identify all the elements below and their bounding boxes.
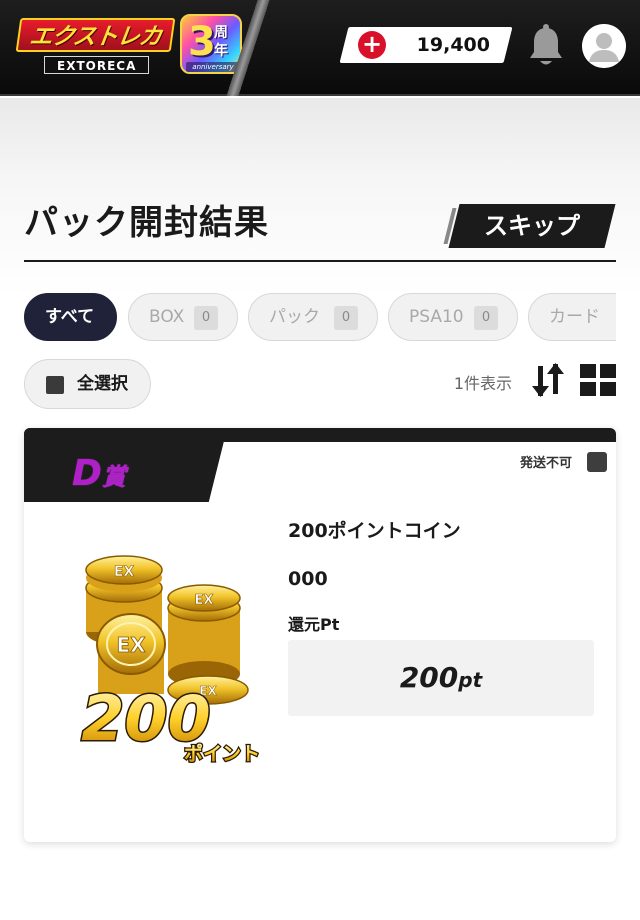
- select-all-button[interactable]: 全選択: [24, 359, 151, 409]
- refund-value: 200pt: [288, 640, 594, 716]
- item-name: 200ポイントコイン: [288, 520, 461, 542]
- hero-background: [0, 98, 640, 298]
- filter-chip-label: BOX: [149, 307, 185, 327]
- grid-view-icon[interactable]: [580, 364, 616, 396]
- filter-chip-pack[interactable]: パック 0: [248, 293, 378, 341]
- logo-subtitle: EXTORECA: [44, 56, 150, 74]
- filter-chip-label: PSA10: [409, 307, 464, 327]
- refund-label: 還元Pt: [288, 615, 340, 634]
- filter-chip-count: 0: [194, 306, 218, 330]
- item-code: 000: [288, 568, 328, 590]
- ship-checkbox[interactable]: [587, 452, 607, 472]
- coin-text: EX: [195, 593, 214, 608]
- coin-caption-text: ポイント: [184, 742, 260, 765]
- refund-unit: pt: [458, 668, 483, 692]
- filter-chip-label: すべて: [45, 307, 95, 327]
- sort-icon[interactable]: [528, 362, 568, 398]
- filter-tabs: すべて BOX 0 パック 0 PSA10 0 カード: [24, 293, 616, 341]
- refund-box: 200pt: [288, 640, 594, 716]
- anniversary-number: 3: [188, 19, 216, 65]
- avatar[interactable]: [582, 24, 626, 68]
- ship-unavailable-label: 発送不可: [520, 456, 573, 471]
- select-all-checkbox[interactable]: [46, 376, 64, 394]
- user-icon: [582, 24, 626, 68]
- bell-icon[interactable]: [526, 24, 566, 68]
- filter-chip-all[interactable]: すべて: [24, 293, 117, 341]
- prize-rank: D賞: [72, 450, 126, 498]
- result-card[interactable]: D賞 発送不可 EX EX EX EX 200 ポイント 200ポイントコイン …: [24, 428, 616, 842]
- points-balance[interactable]: + 19,400: [350, 27, 502, 63]
- points-value: 19,400: [416, 34, 490, 56]
- refund-amount: 200: [399, 661, 459, 694]
- filter-chip-label: カード: [549, 307, 600, 327]
- filter-chip-box[interactable]: BOX 0: [128, 293, 238, 341]
- add-points-icon[interactable]: +: [358, 31, 386, 59]
- filter-chip-count: 0: [334, 306, 358, 330]
- app-header: エクストレカ EXTORECA 3 周年 anniversary + 19,40…: [0, 0, 640, 96]
- result-count: 1件表示: [453, 374, 512, 393]
- point-coin-image: EX EX EX EX 200 ポイント: [80, 555, 261, 766]
- filter-chip-card[interactable]: カード: [528, 293, 616, 341]
- app-logo[interactable]: エクストレカ EXTORECA 3 周年 anniversary: [14, 12, 254, 76]
- title-divider: [24, 260, 616, 262]
- select-all-label: 全選択: [77, 374, 128, 394]
- page-title: パック開封結果: [24, 203, 269, 243]
- coin-text: EX: [116, 633, 146, 657]
- skip-button[interactable]: [448, 204, 616, 248]
- filter-chip-label: パック: [269, 307, 320, 327]
- prize-letter: D: [72, 453, 102, 494]
- prize-kanji: 賞: [101, 463, 126, 491]
- coin-text: EX: [114, 564, 135, 580]
- logo-wordmark: エクストレカ: [15, 18, 176, 52]
- filter-chip-count: 0: [474, 306, 498, 330]
- filter-chip-psa10[interactable]: PSA10 0: [388, 293, 518, 341]
